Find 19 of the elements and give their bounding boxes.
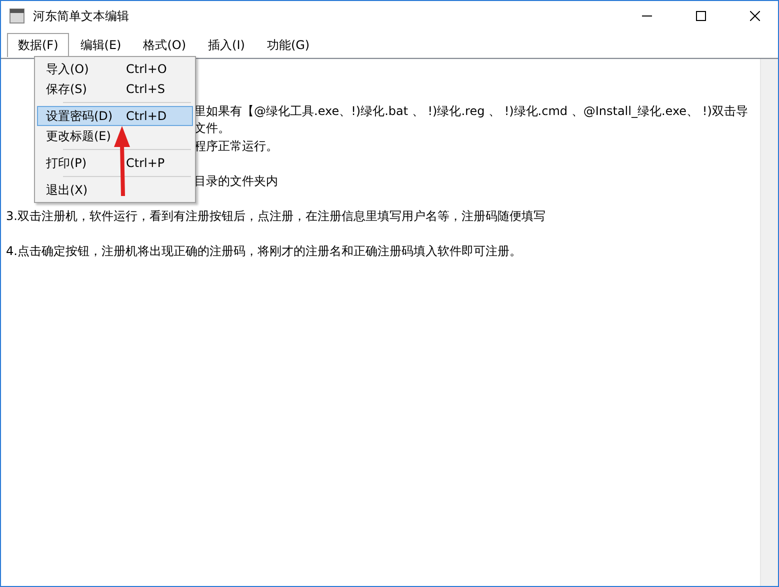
window-title: 河东简单文本编辑 [33,8,130,24]
text-line: 里如果有【@绿化工具.exe、!)绿化.bat 、 !)绿化.reg 、 !)绿化.cmd 、@Install_绿化.exe、 !)双击导 [194,104,748,118]
menu-item[interactable]: 保存(S) Ctrl+S [37,79,193,99]
scrollbar[interactable] [760,59,778,586]
menu-item[interactable]: 设置密码(D) Ctrl+D [37,106,193,126]
close-icon [750,11,760,21]
menu-item[interactable]: 打印(P) Ctrl+P [37,153,193,173]
menu-item[interactable]: 插入(I) [197,33,256,57]
app-icon [9,8,25,24]
menu-item[interactable]: 格式(O) [132,33,198,57]
menu-item[interactable]: 数据(F) [7,33,70,57]
text-line: 4.点击确定按钮，注册机将出现正确的注册码，将刚才的注册名和正确注册码填入软件即可注册。 [6,244,522,258]
text-line: 3.双击注册机，软件运行，看到有注册按钮后，点注册，在注册信息里填写用户名等，注册码随便填写 [6,208,546,222]
maximize-icon [696,11,706,21]
menu-item[interactable]: 更改标题(E) [37,126,193,146]
menu-item[interactable]: 退出(X) [37,180,193,200]
menu-item[interactable]: 导入(O) Ctrl+O [37,59,193,79]
menu-item[interactable]: 功能(G) [256,33,321,57]
menu-item[interactable]: 编辑(E) [69,33,132,57]
